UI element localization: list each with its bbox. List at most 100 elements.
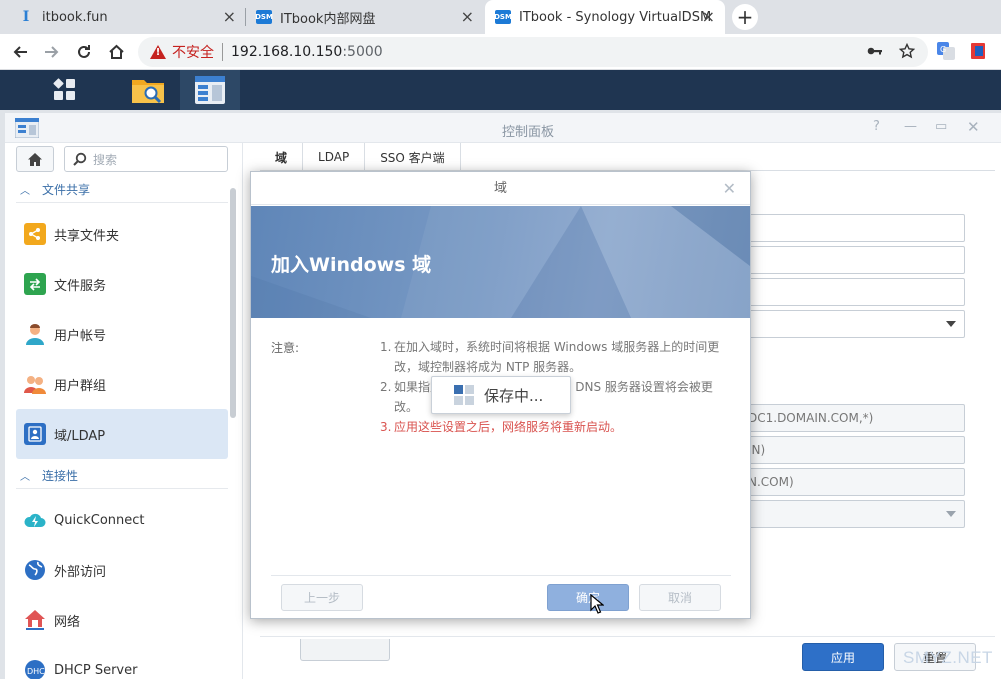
translate-extension-icon[interactable]: G [935, 40, 957, 62]
help-icon[interactable]: ? [873, 119, 880, 134]
ok-button[interactable]: 确定 [547, 584, 629, 611]
browser-tab-title: ITbook内部网盘 [280, 11, 376, 27]
sidebar-item-group[interactable]: 用户群组 [16, 359, 228, 409]
file-station-icon [131, 80, 164, 104]
divider [260, 636, 995, 637]
tab-sso-client[interactable]: SSO 客户端 [365, 143, 461, 171]
reload-icon [78, 45, 90, 58]
domain-form-field-disabled: IN) [743, 436, 965, 464]
maximize-icon[interactable]: ▭ [935, 119, 947, 134]
file-services-icon [24, 273, 46, 295]
dsm-favicon-icon: DSM [494, 10, 512, 24]
main-menu-button[interactable] [40, 70, 90, 110]
cancel-button[interactable]: 取消 [639, 584, 721, 611]
note-label: 注意: [271, 341, 300, 355]
sidebar-item-shared-folder[interactable]: 共享文件夹 [16, 209, 228, 259]
note-item-warning: 3. 应用这些设置之后，网络服务将重新启动。 [380, 420, 623, 434]
close-tab-icon[interactable]: × [461, 9, 474, 25]
search-input[interactable]: 搜索 [64, 146, 228, 172]
forward-button[interactable] [40, 40, 64, 64]
sidebar: 搜索 ︿ 文件共享 共享文件夹 文件服务 用户帐号 用户群组 域/LDAP ︿ … [5, 143, 243, 679]
close-icon[interactable]: ✕ [967, 118, 980, 136]
divider [222, 43, 223, 61]
home-icon [28, 152, 42, 166]
sidebar-item-label: 文件服务 [54, 278, 107, 294]
section-label: 连接性 [42, 469, 79, 483]
previous-button[interactable]: 上一步 [281, 584, 363, 611]
field-value: N.COM) [748, 475, 794, 489]
domain-form-select[interactable] [743, 310, 965, 338]
section-label: 文件共享 [42, 183, 91, 197]
file-station-button[interactable] [120, 70, 175, 110]
sidebar-item-label: 用户帐号 [54, 328, 107, 344]
search-placeholder: 搜索 [93, 152, 118, 167]
bookmark-star-icon[interactable] [896, 40, 918, 62]
new-tab-button[interactable]: + [732, 4, 758, 30]
browser-tab-title: itbook.fun [42, 9, 108, 25]
shared-folder-icon [24, 223, 46, 245]
browser-tab-itbook[interactable]: I itbook.fun × [8, 0, 246, 34]
domain-form-field[interactable] [743, 278, 965, 306]
browser-tab-strip: I itbook.fun × DSM ITbook内部网盘 × DSM ITbo… [0, 0, 1001, 34]
user-icon [24, 323, 46, 345]
domain-form-field-disabled: N.COM) [743, 468, 965, 496]
domain-form-field[interactable] [743, 214, 965, 242]
chevron-up-icon: ︿ [20, 472, 30, 483]
extension-icon[interactable] [967, 40, 989, 62]
chevron-down-icon [946, 511, 956, 517]
note-item: 1. 在加入域时，系统时间将根据 Windows 域服务器上的时间更改，域控制器将… [380, 340, 720, 374]
domain-status-button[interactable] [300, 639, 390, 661]
sidebar-item-label: 用户群组 [54, 378, 107, 394]
close-tab-icon[interactable]: × [223, 9, 236, 25]
browser-tab-virtualdsm[interactable]: DSM ITbook - Synology VirtualDSM × [485, 0, 725, 34]
warning-icon [150, 45, 166, 59]
tab-domain[interactable]: 域 [260, 143, 304, 171]
join-domain-dialog: 域 ✕ 加入Windows 域 注意: 1. 在加入域时，系统时间将根据 Wind… [250, 171, 751, 619]
main-menu-icon [53, 78, 76, 101]
sidebar-item-label: DHCP Server [54, 662, 138, 678]
section-file-sharing[interactable]: ︿ 文件共享 [16, 177, 228, 203]
sidebar-item-label: 网络 [54, 614, 81, 630]
key-icon[interactable] [864, 40, 886, 62]
home-button[interactable] [104, 40, 128, 64]
home-icon [108, 44, 124, 59]
back-button[interactable] [8, 40, 32, 64]
section-connectivity[interactable]: ︿ 连接性 [16, 463, 228, 489]
domain-ldap-icon [24, 423, 46, 445]
security-label: 不安全 [172, 45, 214, 61]
domain-form-field[interactable] [743, 246, 965, 274]
reload-button[interactable] [72, 40, 96, 64]
domain-form-field-disabled: DC1.DOMAIN.COM,*) [743, 404, 965, 432]
divider [271, 575, 731, 576]
sidebar-item-dhcp-server[interactable]: DHCP DHCP Server [16, 645, 228, 679]
browser-tab-title: ITbook - Synology VirtualDSM [519, 9, 712, 25]
saving-indicator: 保存中... [431, 376, 571, 414]
sidebar-item-network[interactable]: 网络 [16, 595, 228, 645]
sidebar-item-user[interactable]: 用户帐号 [16, 309, 228, 359]
arrow-left-icon [13, 46, 27, 58]
external-access-icon [24, 559, 46, 581]
svg-text:DHCP: DHCP [27, 667, 46, 676]
url-host: 192.168.10.150 [231, 44, 343, 60]
browser-tab-netdisk[interactable]: DSM ITbook内部网盘 × [246, 0, 484, 34]
minimize-icon[interactable]: — [904, 119, 917, 134]
close-icon[interactable]: ✕ [723, 179, 736, 198]
sidebar-item-domain-ldap[interactable]: 域/LDAP [16, 409, 228, 459]
note-text: 在加入域时，系统时间将根据 Windows 域服务器上的时间更改，域控制器将成为… [394, 340, 720, 374]
network-icon [24, 609, 46, 631]
tab-ldap[interactable]: LDAP [303, 143, 366, 171]
sidebar-scrollbar[interactable] [230, 188, 236, 418]
apply-button[interactable]: 应用 [802, 643, 884, 671]
home-button[interactable] [16, 146, 54, 172]
sidebar-item-label: 共享文件夹 [54, 228, 120, 244]
control-panel-taskbar-button[interactable] [180, 70, 240, 110]
dsm-favicon-icon: DSM [255, 10, 273, 24]
sidebar-item-quickconnect[interactable]: QuickConnect [16, 495, 228, 545]
address-bar[interactable]: 不安全 192.168.10.150:5000 [138, 37, 928, 67]
note-text: 应用这些设置之后，网络服务将重新启动。 [394, 420, 623, 434]
sidebar-item-file-services[interactable]: 文件服务 [16, 259, 228, 309]
sidebar-item-external-access[interactable]: 外部访问 [16, 545, 228, 595]
close-tab-icon[interactable]: × [702, 9, 715, 25]
field-value: DC1.DOMAIN.COM,*) [748, 411, 874, 425]
watermark-text: SMYZ.NET [903, 648, 993, 667]
